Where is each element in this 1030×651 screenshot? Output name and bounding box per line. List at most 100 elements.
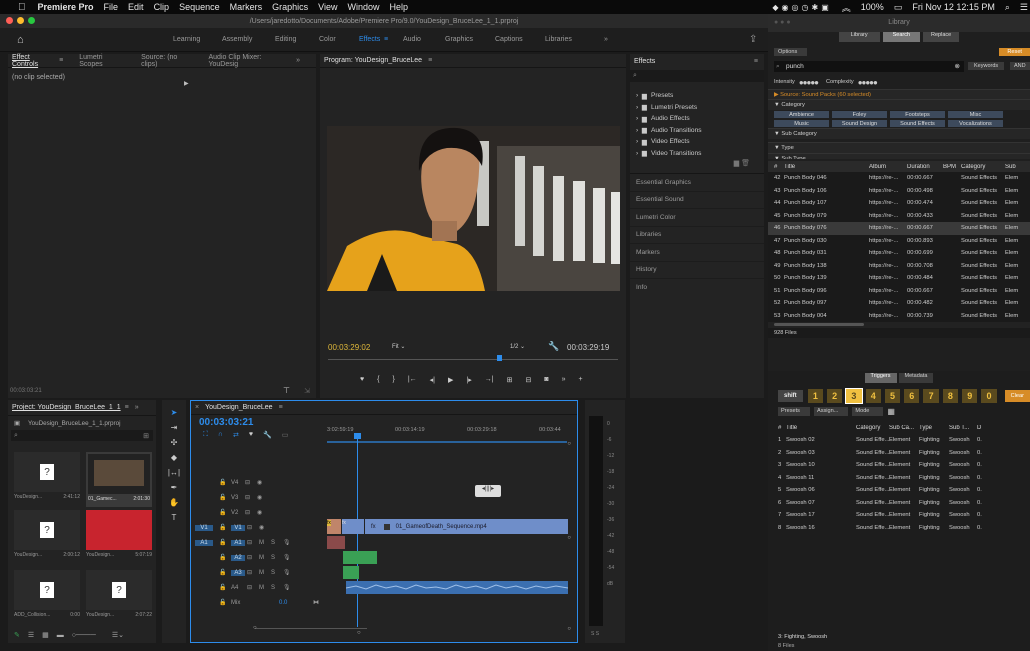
- lock-icon[interactable]: 🔓: [219, 584, 231, 591]
- add-button-icon[interactable]: +: [578, 376, 582, 384]
- type-header[interactable]: ▼ Type: [768, 142, 1030, 153]
- trigger-row[interactable]: 6 Swoosh 07 Sound Effe... Element Fighting Sw…: [768, 497, 1030, 510]
- grid-icon[interactable]: ▦: [887, 407, 895, 416]
- v1-small-clip-2[interactable]: fx: [342, 519, 364, 534]
- menu-help[interactable]: Help: [390, 2, 409, 12]
- share-icon[interactable]: ⇪: [749, 34, 757, 45]
- category-sound-effects[interactable]: Sound Effects: [890, 120, 945, 127]
- effects-item-audio-effects[interactable]: › ▆ Audio Effects: [630, 113, 764, 125]
- extract-icon[interactable]: ⊟: [525, 376, 531, 384]
- time-ruler[interactable]: 3:02:59:19 00:03:14:19 00:03:29:18 00:03…: [327, 423, 567, 441]
- clear-button[interactable]: Clear: [1004, 390, 1030, 402]
- timeline-timecode[interactable]: 00:03:03:21: [199, 417, 253, 428]
- minimize-window-button[interactable]: [17, 17, 24, 24]
- a4-audio-clip[interactable]: [346, 581, 568, 594]
- tab-audio-clip-mixer[interactable]: Audio Clip Mixer: YouDesig: [208, 54, 288, 68]
- result-row[interactable]: 53 Punch Body 004 https://re-... 00:00.739 S…: [768, 310, 1030, 323]
- sequence-menu-icon[interactable]: ≡: [279, 404, 283, 411]
- section-essential-graphics[interactable]: Essential Graphics: [630, 174, 764, 192]
- freeform-view-icon[interactable]: ▬: [57, 632, 64, 639]
- col-category[interactable]: Category: [961, 164, 1005, 170]
- camera-icon[interactable]: ◙: [544, 376, 548, 384]
- project-thumb-2[interactable]: 01_Gamec... 2:01:30: [86, 452, 152, 507]
- zoom-window-button[interactable]: [28, 17, 35, 24]
- lock-icon[interactable]: 🔓: [219, 524, 231, 531]
- lock-icon[interactable]: 🔓: [219, 494, 231, 501]
- tab-lumetri-scopes[interactable]: Lumetri Scopes: [79, 54, 125, 68]
- sequence-tab[interactable]: YouDesign_BruceLee: [205, 404, 272, 411]
- project-overflow-icon[interactable]: »: [135, 404, 139, 411]
- project-thumb-4[interactable]: YouDesign... 5:07:19: [86, 510, 152, 565]
- section-libraries[interactable]: Libraries: [630, 227, 764, 244]
- eye-icon[interactable]: ◉: [259, 524, 264, 531]
- menu-file[interactable]: File: [104, 2, 119, 12]
- play-arrow-icon[interactable]: ▶: [184, 80, 189, 87]
- nest-icon[interactable]: ⛶: [203, 431, 208, 439]
- effects-item-presets[interactable]: › ▆ Presets: [630, 90, 764, 102]
- scroll-handle-left[interactable]: ○: [253, 625, 257, 631]
- track-select-icon[interactable]: ⇥: [171, 423, 178, 432]
- tab-source[interactable]: Source: (no clips): [141, 54, 192, 68]
- presets-select[interactable]: Presets: [778, 407, 810, 416]
- col-num[interactable]: #: [768, 425, 786, 431]
- go-to-out-icon[interactable]: →|: [485, 376, 494, 384]
- sync-icon[interactable]: ⊟: [247, 569, 259, 576]
- mix-value[interactable]: 0.0: [279, 600, 313, 606]
- col-bpm[interactable]: BPM: [943, 164, 961, 170]
- program-title[interactable]: Program: YouDesign_BruceLee: [324, 57, 422, 64]
- trigger-row[interactable]: 3 Swoosh 10 Sound Effe... Element Fighting Sw…: [768, 459, 1030, 472]
- clear-search-icon[interactable]: ⊗: [955, 61, 960, 72]
- col-sub-category[interactable]: Sub Ca...: [889, 425, 919, 431]
- result-row[interactable]: 48 Punch Body 031 https://re-... 00:00.699 S…: [768, 247, 1030, 260]
- lock-icon[interactable]: 🔓: [219, 539, 231, 546]
- result-row[interactable]: 50 Punch Body 139 https://re-... 00:00.484 S…: [768, 272, 1030, 285]
- key-8[interactable]: 8: [942, 389, 959, 403]
- sync-icon[interactable]: ⊟: [245, 494, 257, 501]
- list-view-icon[interactable]: ☰: [28, 631, 34, 639]
- solo-button[interactable]: S: [271, 555, 283, 561]
- workspace-graphics[interactable]: Graphics: [445, 36, 473, 43]
- category-ambience[interactable]: Ambience: [774, 111, 829, 118]
- effects-item-lumetri-presets[interactable]: › ▆ Lumetri Presets: [630, 102, 764, 114]
- menu-graphics[interactable]: Graphics: [272, 2, 308, 12]
- sub-type-header[interactable]: ▼ Sub Type: [768, 153, 1030, 159]
- results-scrollbar[interactable]: [768, 322, 1030, 328]
- source-filter[interactable]: ▶ Source: Sound Packs (60 selected): [768, 89, 1030, 100]
- app-name[interactable]: Premiere Pro: [38, 2, 94, 12]
- program-scrub-bar[interactable]: [328, 359, 618, 360]
- captions-icon[interactable]: ▭: [282, 431, 289, 439]
- eye-icon[interactable]: ◉: [257, 479, 262, 486]
- settings-wrench-icon[interactable]: 🔧: [263, 431, 272, 439]
- new-bin-icon[interactable]: ⊞: [143, 432, 149, 440]
- section-history[interactable]: History: [630, 262, 764, 279]
- col-duration[interactable]: Duration: [907, 164, 943, 170]
- category-misc[interactable]: Misc: [948, 111, 1003, 118]
- menu-view[interactable]: View: [318, 2, 337, 12]
- category-sound-design[interactable]: Sound Design: [832, 120, 887, 127]
- workspace-effects[interactable]: Effects: [359, 36, 380, 43]
- type-tool-icon[interactable]: T: [172, 513, 177, 522]
- result-row[interactable]: 49 Punch Body 138 https://re-... 00:00.708 S…: [768, 260, 1030, 273]
- lock-icon[interactable]: 🔓: [219, 509, 231, 516]
- workspace-audio[interactable]: Audio: [403, 36, 421, 43]
- snap-icon[interactable]: ∩: [218, 431, 223, 439]
- workspace-libraries[interactable]: Libraries: [545, 36, 572, 43]
- key-4[interactable]: 4: [865, 389, 881, 403]
- results-scroll-thumb[interactable]: [774, 323, 864, 326]
- scroll-handle-right[interactable]: ○: [357, 630, 361, 636]
- category-footsteps[interactable]: Footsteps: [890, 111, 945, 118]
- mode-select[interactable]: Mode: [852, 407, 884, 416]
- col-album[interactable]: Album: [869, 164, 907, 170]
- tab-triggers[interactable]: Triggers: [864, 373, 897, 383]
- menu-sequence[interactable]: Sequence: [179, 2, 220, 12]
- timeline-scroll-end-3[interactable]: ○: [567, 626, 571, 632]
- filter-icon[interactable]: ⊤: [283, 386, 290, 395]
- workspaces-overflow-icon[interactable]: »: [604, 36, 608, 43]
- key-2[interactable]: 2: [826, 389, 843, 403]
- project-thumb-6[interactable]: ? YouDesign... 2:07:22: [86, 570, 152, 625]
- col-sub[interactable]: Sub: [1005, 164, 1025, 170]
- ripple-edit-icon[interactable]: ✣: [171, 438, 178, 447]
- col-d[interactable]: D: [977, 425, 987, 431]
- mic-icon[interactable]: 🎙: [283, 539, 291, 546]
- icon-view-icon[interactable]: ▦: [42, 631, 49, 639]
